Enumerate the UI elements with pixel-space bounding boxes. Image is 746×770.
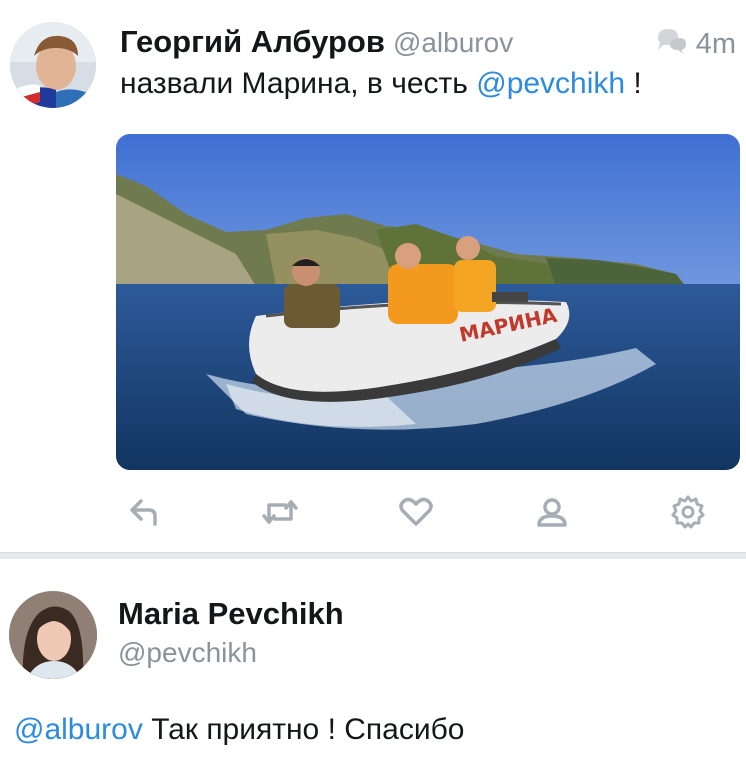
tweet-text-part: назвали Марина, в честь: [120, 67, 477, 100]
author-handle-pevchikh[interactable]: @pevchikh: [118, 637, 257, 669]
tweet-alburov: Георгий Албуров @alburov 4m назвали Марин…: [0, 0, 746, 552]
tweet-text-body: Так приятно ! Спасибо: [142, 713, 465, 746]
like-icon: [399, 497, 433, 526]
tweet-text-pevchikh: @alburov Так приятно ! Спасибо: [14, 713, 464, 747]
mention-link-alburov[interactable]: @alburov: [14, 713, 143, 746]
boat-photo: МАРИНА: [116, 134, 740, 470]
settings-button[interactable]: [668, 490, 708, 534]
retweet-icon: [262, 500, 298, 524]
profile-button[interactable]: [532, 490, 572, 534]
tweet-text-end: !: [625, 67, 642, 100]
settings-icon: [671, 495, 705, 529]
reply-button[interactable]: [124, 490, 164, 534]
tweet-text: назвали Марина, в честь @pevchikh !: [120, 67, 642, 101]
avatar-pevchikh[interactable]: [9, 591, 97, 679]
profile-icon: [537, 498, 567, 527]
tweet-divider: [0, 552, 746, 559]
reply-icon: [130, 499, 157, 526]
author-name-pevchikh[interactable]: Maria Pevchikh: [118, 596, 344, 632]
tweet-photo[interactable]: МАРИНА: [116, 134, 740, 470]
author-line: Георгий Албуров @alburov: [120, 24, 513, 60]
timestamp: 4m: [654, 26, 736, 61]
like-button[interactable]: [396, 490, 436, 534]
avatar-alburov[interactable]: [10, 22, 96, 108]
mention-link[interactable]: @pevchikh: [476, 67, 625, 100]
tweet-actions: [0, 490, 746, 534]
author-name[interactable]: Георгий Албуров: [120, 24, 385, 59]
retweet-button[interactable]: [260, 490, 300, 534]
author-handle[interactable]: @alburov: [393, 27, 513, 58]
conversation-icon: [657, 29, 686, 54]
time-label: 4m: [695, 28, 736, 60]
